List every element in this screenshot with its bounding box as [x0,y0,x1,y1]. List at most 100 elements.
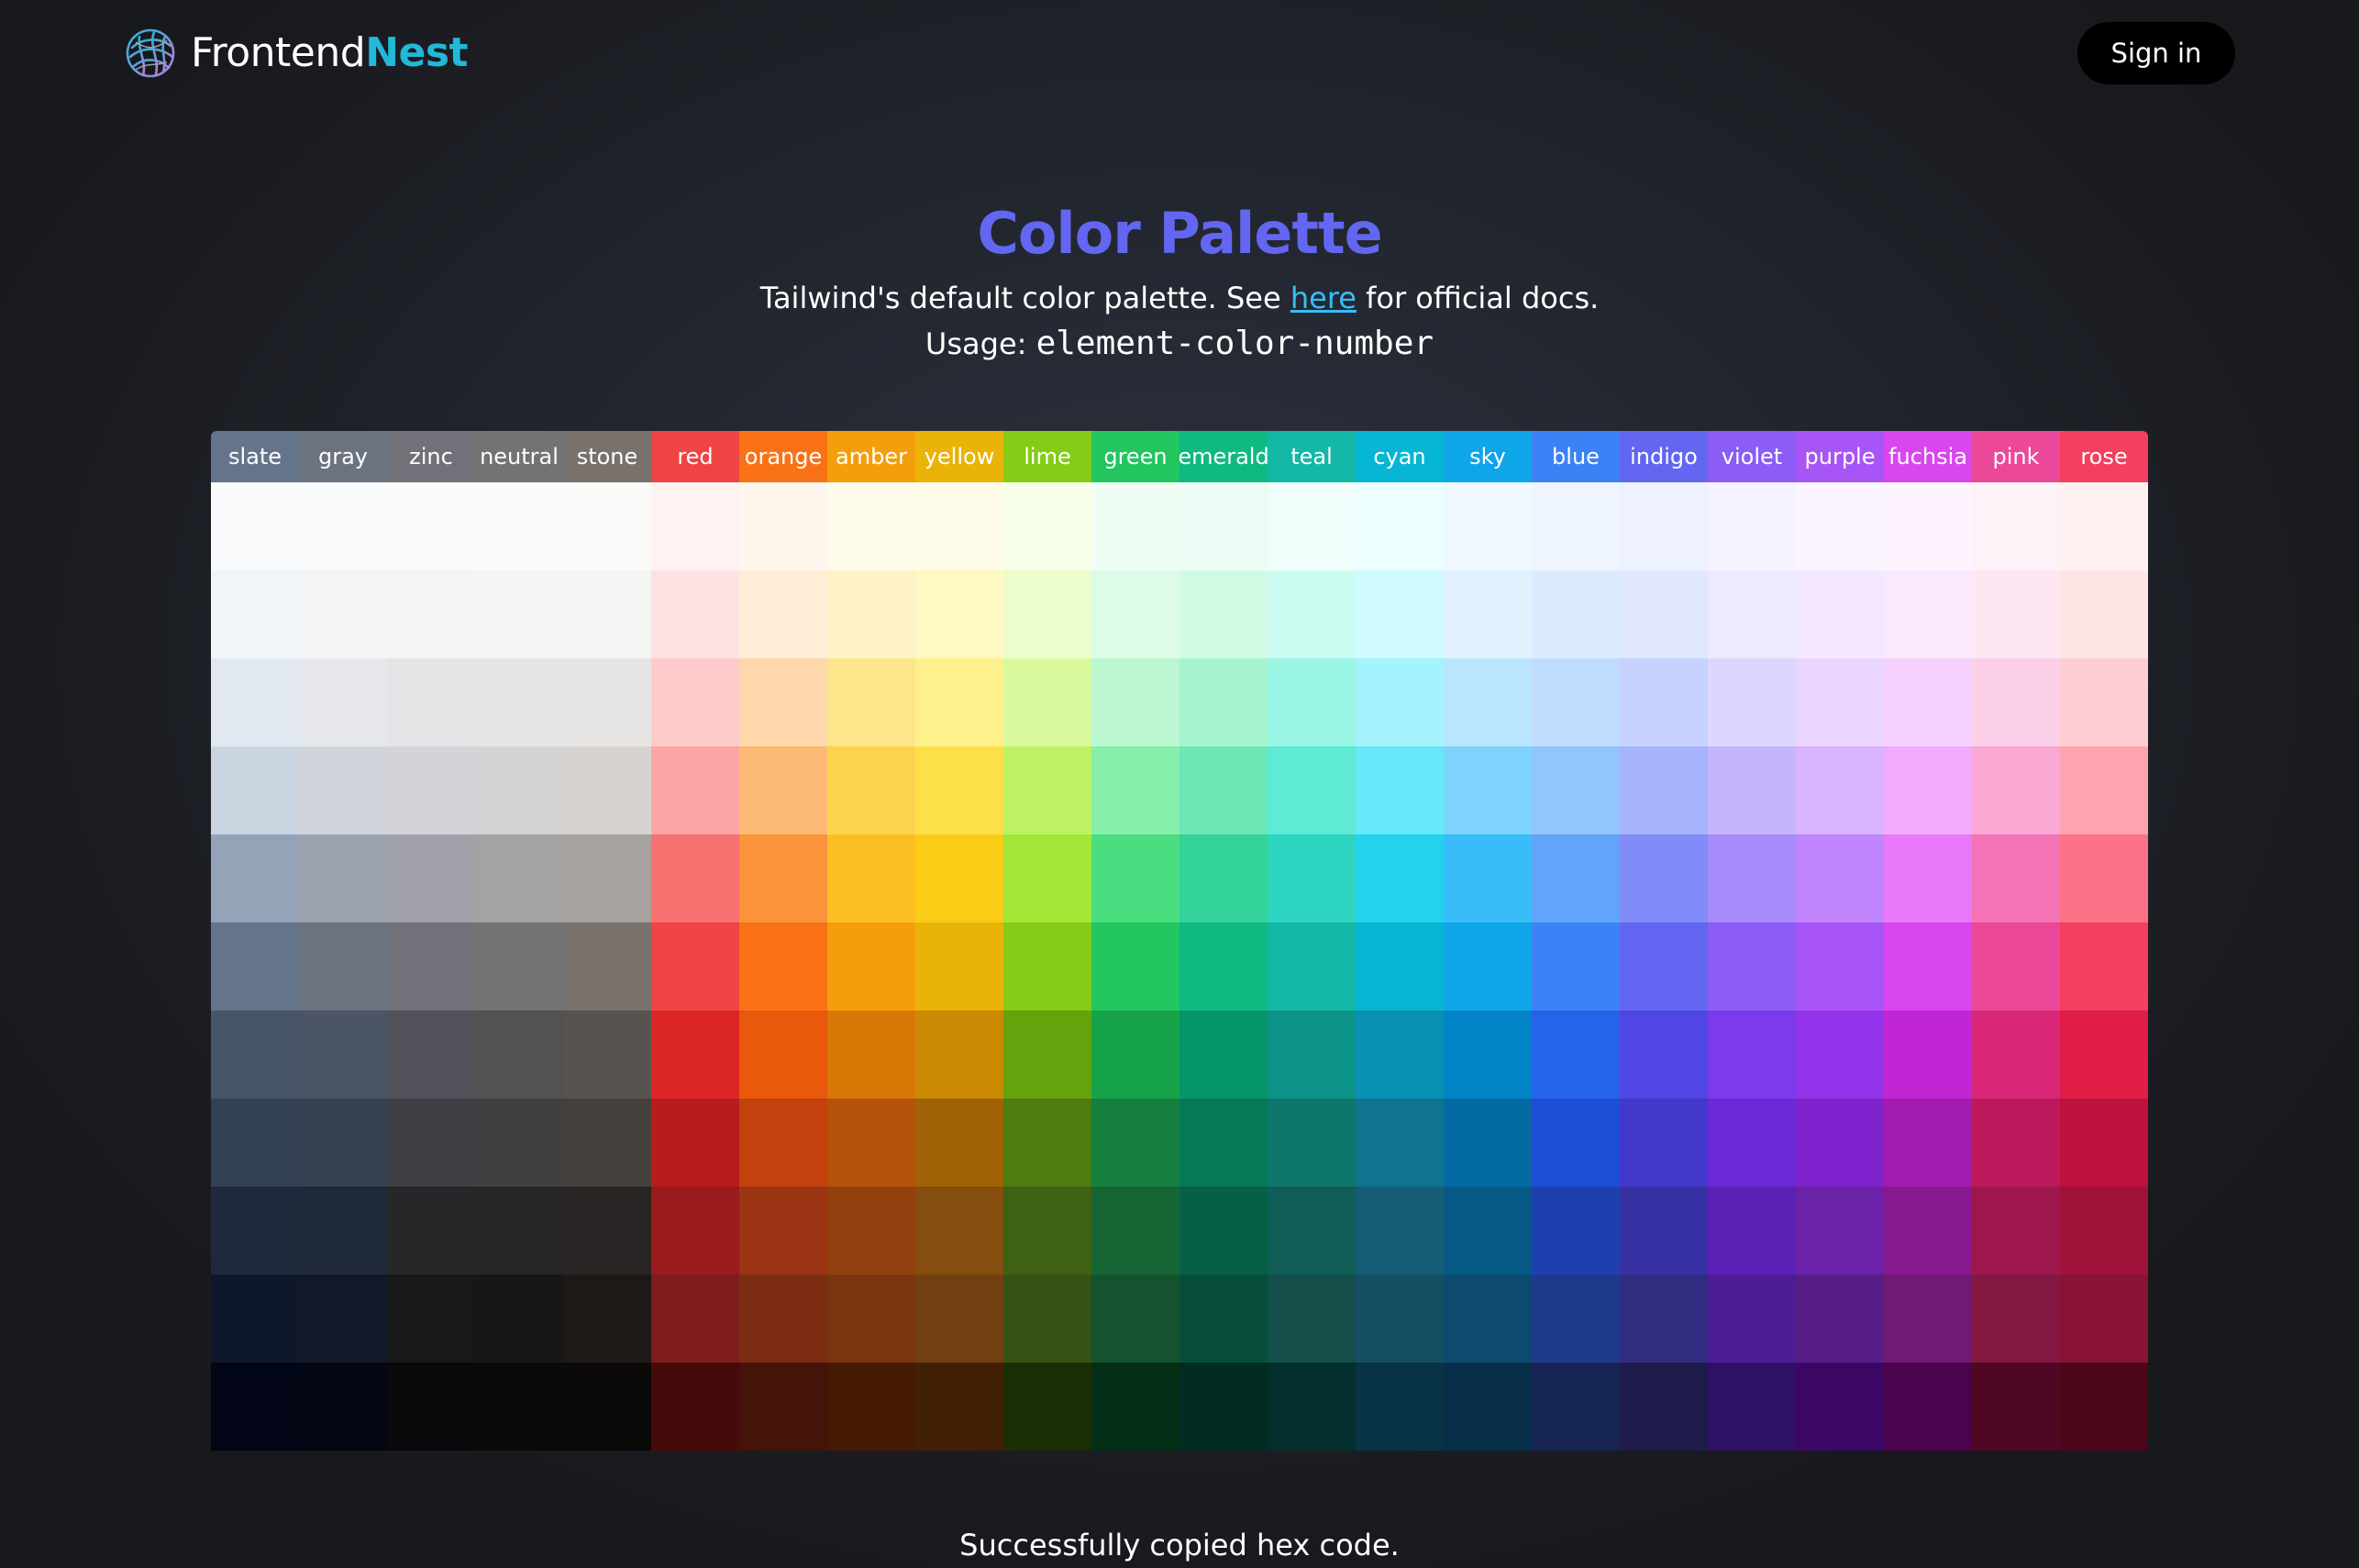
swatch-yellow-9[interactable] [915,1275,1003,1363]
swatch-green-5[interactable] [1091,922,1180,1010]
swatch-slate-2[interactable] [211,658,299,746]
swatch-yellow-4[interactable] [915,834,1003,922]
swatch-teal-0[interactable] [1268,482,1356,570]
swatch-red-4[interactable] [651,834,739,922]
swatch-rose-8[interactable] [2060,1187,2148,1275]
swatch-slate-0[interactable] [211,482,299,570]
swatch-amber-4[interactable] [827,834,915,922]
swatch-indigo-10[interactable] [1620,1363,1708,1451]
swatch-rose-4[interactable] [2060,834,2148,922]
swatch-orange-6[interactable] [739,1010,827,1099]
swatch-cyan-7[interactable] [1356,1099,1444,1187]
swatch-violet-4[interactable] [1708,834,1796,922]
swatch-cyan-6[interactable] [1356,1010,1444,1099]
swatch-indigo-5[interactable] [1620,922,1708,1010]
swatch-pink-7[interactable] [1972,1099,2060,1187]
swatch-sky-1[interactable] [1444,570,1532,658]
swatch-green-2[interactable] [1091,658,1180,746]
swatch-yellow-1[interactable] [915,570,1003,658]
swatch-stone-6[interactable] [563,1010,651,1099]
swatch-emerald-4[interactable] [1180,834,1268,922]
swatch-purple-6[interactable] [1796,1010,1884,1099]
color-header-orange[interactable]: orange [739,431,827,482]
swatch-orange-9[interactable] [739,1275,827,1363]
swatch-zinc-5[interactable] [387,922,475,1010]
color-header-zinc[interactable]: zinc [387,431,475,482]
swatch-neutral-0[interactable] [475,482,563,570]
swatch-violet-7[interactable] [1708,1099,1796,1187]
swatch-purple-2[interactable] [1796,658,1884,746]
color-header-cyan[interactable]: cyan [1356,431,1444,482]
swatch-orange-4[interactable] [739,834,827,922]
swatch-teal-3[interactable] [1268,746,1356,834]
swatch-fuchsia-0[interactable] [1884,482,1972,570]
swatch-zinc-7[interactable] [387,1099,475,1187]
swatch-rose-7[interactable] [2060,1099,2148,1187]
swatch-rose-3[interactable] [2060,746,2148,834]
swatch-lime-10[interactable] [1003,1363,1091,1451]
swatch-neutral-6[interactable] [475,1010,563,1099]
swatch-slate-4[interactable] [211,834,299,922]
swatch-slate-7[interactable] [211,1099,299,1187]
swatch-amber-1[interactable] [827,570,915,658]
swatch-sky-5[interactable] [1444,922,1532,1010]
swatch-stone-5[interactable] [563,922,651,1010]
swatch-sky-2[interactable] [1444,658,1532,746]
swatch-teal-8[interactable] [1268,1187,1356,1275]
color-header-stone[interactable]: stone [563,431,651,482]
swatch-violet-3[interactable] [1708,746,1796,834]
swatch-zinc-8[interactable] [387,1187,475,1275]
swatch-purple-8[interactable] [1796,1187,1884,1275]
swatch-blue-4[interactable] [1532,834,1620,922]
color-header-rose[interactable]: rose [2060,431,2148,482]
swatch-sky-6[interactable] [1444,1010,1532,1099]
swatch-neutral-2[interactable] [475,658,563,746]
swatch-lime-0[interactable] [1003,482,1091,570]
swatch-emerald-3[interactable] [1180,746,1268,834]
swatch-orange-5[interactable] [739,922,827,1010]
swatch-fuchsia-8[interactable] [1884,1187,1972,1275]
swatch-yellow-0[interactable] [915,482,1003,570]
swatch-sky-3[interactable] [1444,746,1532,834]
swatch-sky-8[interactable] [1444,1187,1532,1275]
swatch-pink-9[interactable] [1972,1275,2060,1363]
swatch-slate-6[interactable] [211,1010,299,1099]
swatch-cyan-5[interactable] [1356,922,1444,1010]
swatch-lime-5[interactable] [1003,922,1091,1010]
swatch-green-3[interactable] [1091,746,1180,834]
swatch-purple-10[interactable] [1796,1363,1884,1451]
swatch-gray-9[interactable] [299,1275,387,1363]
swatch-indigo-3[interactable] [1620,746,1708,834]
swatch-red-5[interactable] [651,922,739,1010]
swatch-rose-2[interactable] [2060,658,2148,746]
swatch-red-0[interactable] [651,482,739,570]
swatch-emerald-0[interactable] [1180,482,1268,570]
swatch-teal-1[interactable] [1268,570,1356,658]
swatch-teal-5[interactable] [1268,922,1356,1010]
swatch-red-7[interactable] [651,1099,739,1187]
swatch-red-10[interactable] [651,1363,739,1451]
swatch-gray-1[interactable] [299,570,387,658]
swatch-indigo-2[interactable] [1620,658,1708,746]
swatch-indigo-8[interactable] [1620,1187,1708,1275]
swatch-sky-0[interactable] [1444,482,1532,570]
swatch-red-6[interactable] [651,1010,739,1099]
swatch-teal-4[interactable] [1268,834,1356,922]
swatch-teal-9[interactable] [1268,1275,1356,1363]
swatch-violet-1[interactable] [1708,570,1796,658]
swatch-emerald-7[interactable] [1180,1099,1268,1187]
swatch-amber-10[interactable] [827,1363,915,1451]
swatch-fuchsia-10[interactable] [1884,1363,1972,1451]
swatch-fuchsia-1[interactable] [1884,570,1972,658]
swatch-green-7[interactable] [1091,1099,1180,1187]
swatch-neutral-10[interactable] [475,1363,563,1451]
swatch-gray-0[interactable] [299,482,387,570]
swatch-neutral-4[interactable] [475,834,563,922]
swatch-yellow-6[interactable] [915,1010,1003,1099]
swatch-fuchsia-7[interactable] [1884,1099,1972,1187]
swatch-lime-6[interactable] [1003,1010,1091,1099]
swatch-amber-9[interactable] [827,1275,915,1363]
swatch-orange-7[interactable] [739,1099,827,1187]
color-header-yellow[interactable]: yellow [915,431,1003,482]
swatch-lime-4[interactable] [1003,834,1091,922]
